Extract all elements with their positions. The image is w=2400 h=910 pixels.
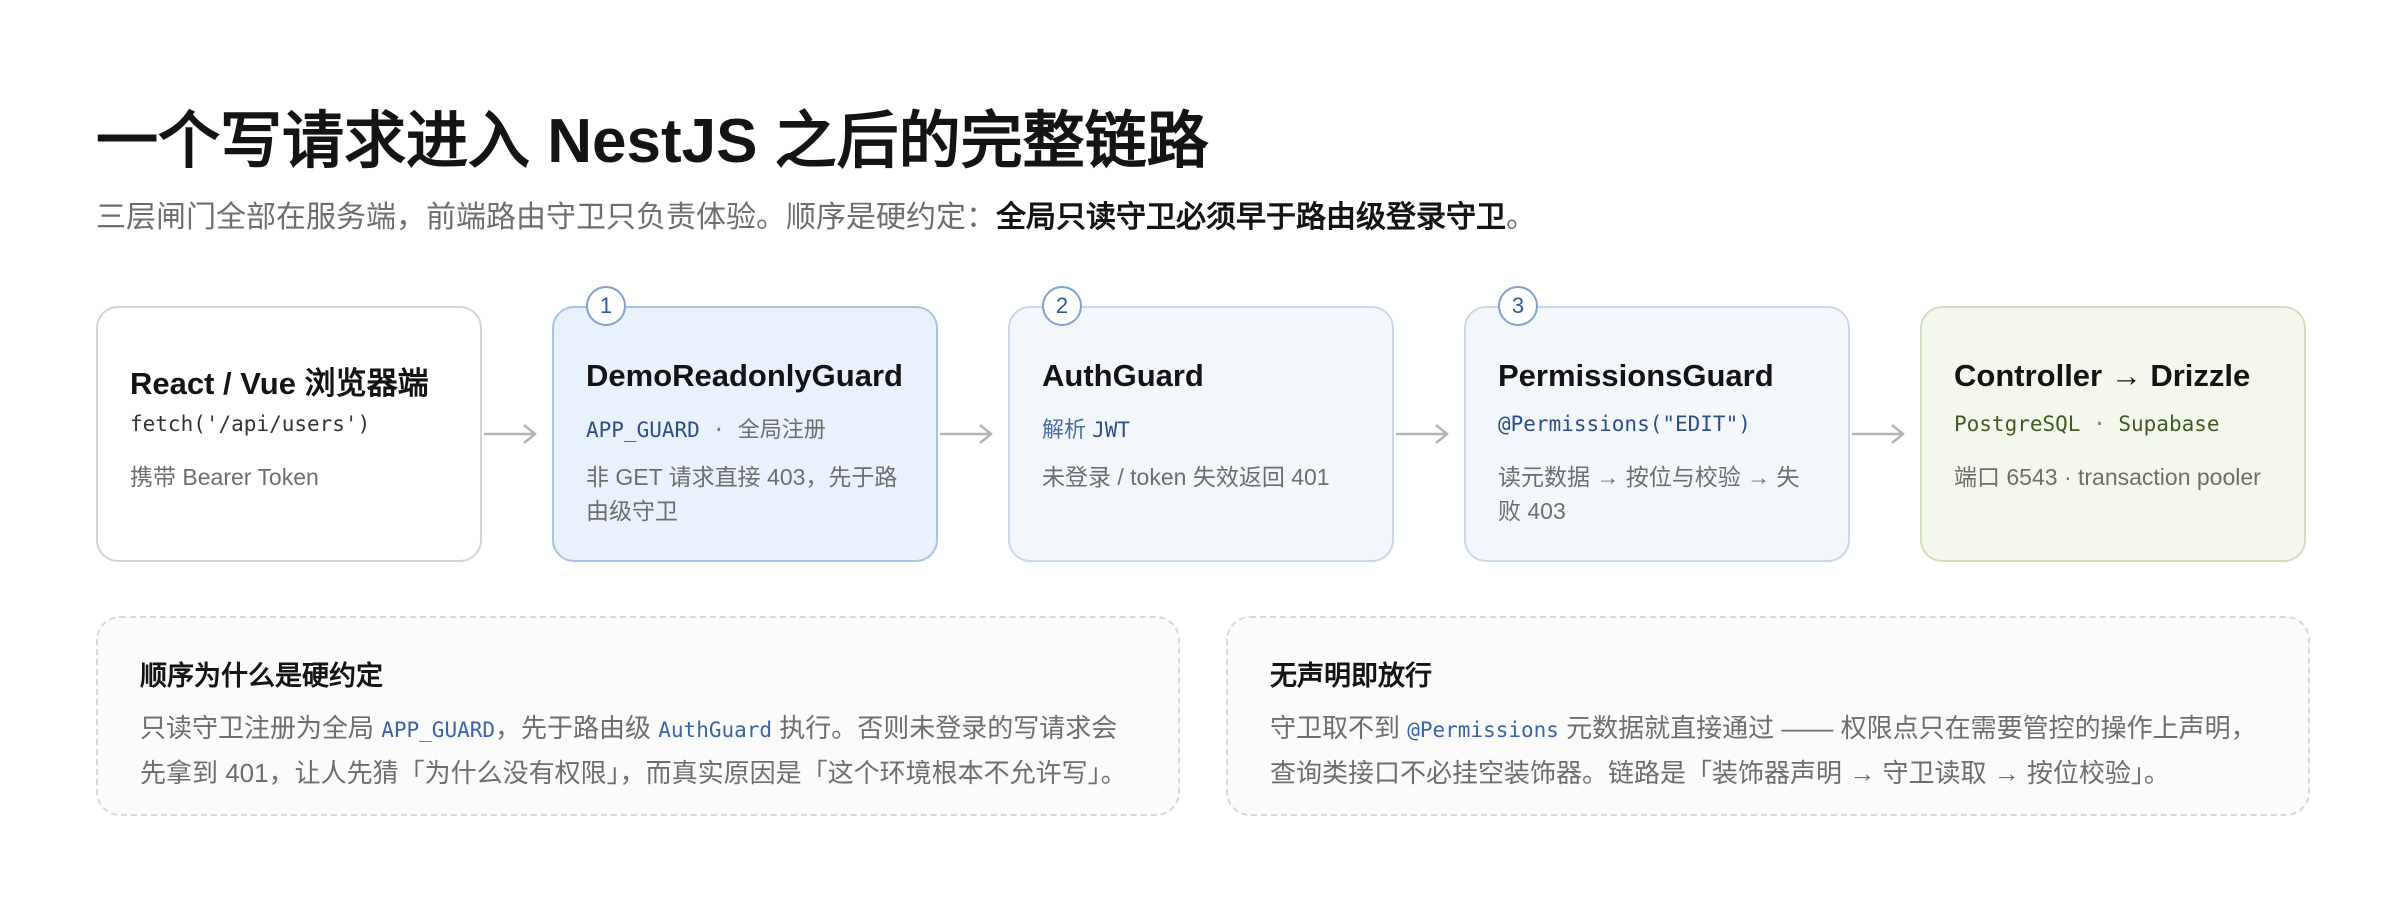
subtitle-end: 。	[1506, 201, 1536, 234]
step-browser-card: React / Vue 浏览器端 fetch('/api/users') 携带 …	[96, 306, 482, 562]
arrow-right-icon	[940, 424, 993, 444]
note-text: ，先于路由级	[495, 713, 659, 743]
step-code: @Permissions("EDIT")	[1498, 412, 1751, 436]
note-code: @Permissions	[1407, 718, 1559, 742]
note-default-allow-card: 无声明即放行 守卫取不到 @Permissions 元数据就直接通过 —— 权限…	[1226, 616, 2310, 816]
step-title: DemoReadonlyGuard	[586, 358, 903, 393]
step-code: APP_GUARD · 全局注册	[586, 412, 826, 444]
note-code: AuthGuard	[658, 718, 773, 742]
step-number-badge: 3	[1498, 286, 1538, 326]
step-desc: 读元数据 → 按位与校验 → 失败 403	[1498, 464, 1800, 524]
arrow-right-icon	[1396, 424, 1449, 444]
step-desc: 携带 Bearer Token	[130, 464, 319, 490]
step-permissions-guard-card: 3 PermissionsGuard @Permissions("EDIT") …	[1464, 286, 1850, 562]
note-body: 守卫取不到 @Permissions 元数据就直接通过 —— 权限点只在需要管控…	[1270, 707, 2266, 795]
step-number-badge: 2	[1042, 286, 1082, 326]
code-prefix: 解析	[1042, 417, 1093, 442]
step-number-badge: 1	[586, 286, 626, 326]
code-note: 全局注册	[737, 417, 826, 442]
step-code: PostgreSQL · Supabase	[1954, 412, 2220, 436]
step-title: AuthGuard	[1042, 358, 1204, 393]
note-code: APP_GUARD	[381, 718, 496, 742]
subtitle-emphasis: 全局只读守卫必须早于路由级登录守卫	[996, 201, 1506, 234]
step-code: fetch('/api/users')	[130, 412, 371, 436]
arrow-right-icon	[1852, 424, 1905, 444]
step-title: React / Vue 浏览器端	[130, 366, 429, 401]
step-code: 解析 JWT	[1042, 412, 1130, 444]
code-separator: ·	[699, 418, 738, 442]
step-controller-card: Controller → Drizzle PostgreSQL · Supaba…	[1920, 306, 2306, 562]
note-body: 只读守卫注册为全局 APP_GUARD，先于路由级 AuthGuard 执行。否…	[140, 707, 1136, 795]
note-order-card: 顺序为什么是硬约定 只读守卫注册为全局 APP_GUARD，先于路由级 Auth…	[96, 616, 1180, 816]
step-title: Controller → Drizzle	[1954, 358, 2251, 393]
step-desc: 端口 6543 · transaction pooler	[1954, 464, 2261, 490]
note-title: 无声明即放行	[1270, 661, 1432, 691]
code-separator: ·	[2080, 412, 2119, 436]
subtitle-text: 三层闸门全部在服务端，前端路由守卫只负责体验。顺序是硬约定：	[96, 201, 996, 234]
arrow-right-icon	[484, 424, 537, 444]
step-demo-readonly-guard-card: 1 DemoReadonlyGuard APP_GUARD · 全局注册 非 G…	[552, 286, 938, 562]
step-auth-guard-card: 2 AuthGuard 解析 JWT 未登录 / token 失效返回 401	[1008, 286, 1394, 562]
note-text: 只读守卫注册为全局	[140, 713, 382, 743]
code-token: PostgreSQL	[1954, 412, 2081, 436]
code-note: Supabase	[2118, 412, 2220, 436]
step-title: PermissionsGuard	[1498, 358, 1774, 393]
step-desc: 未登录 / token 失效返回 401	[1042, 464, 1330, 490]
code-token: APP_GUARD	[586, 418, 700, 442]
note-title: 顺序为什么是硬约定	[140, 661, 383, 691]
page-subtitle: 三层闸门全部在服务端，前端路由守卫只负责体验。顺序是硬约定：全局只读守卫必须早于…	[96, 192, 1536, 236]
code-token: JWT	[1092, 418, 1131, 442]
step-desc: 非 GET 请求直接 403，先于路由级守卫	[586, 464, 898, 524]
note-text: 守卫取不到	[1270, 713, 1408, 743]
page-title: 一个写请求进入 NestJS 之后的完整链路	[96, 107, 1209, 176]
